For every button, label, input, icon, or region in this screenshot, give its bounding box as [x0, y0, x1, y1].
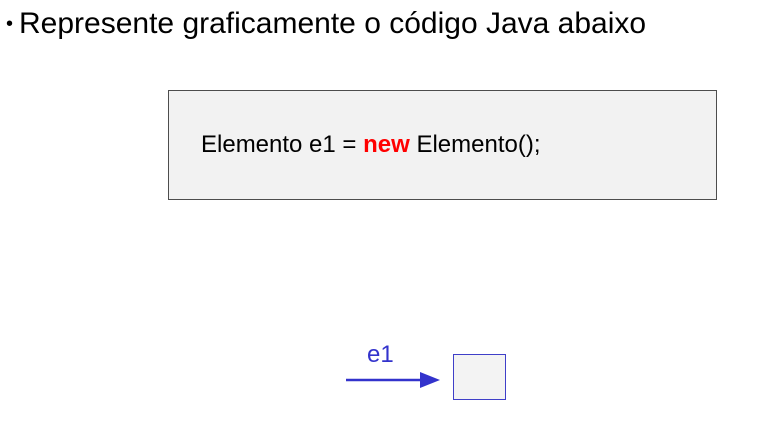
slide-heading: • Represente graficamente o código Java … [6, 4, 646, 44]
arrow-head [420, 372, 440, 388]
code-before-keyword: Elemento e1 = [201, 131, 364, 158]
reference-diagram: e1 [340, 338, 520, 408]
heading-text: Represente graficamente o código Java ab… [19, 7, 647, 40]
code-line: Elemento e1 = new Elemento(); [201, 131, 541, 159]
code-keyword-new: new [363, 131, 410, 158]
bullet-point: • [6, 13, 14, 35]
code-box: Elemento e1 = new Elemento(); [168, 90, 717, 200]
reference-arrow [346, 372, 440, 388]
variable-label: e1 [367, 341, 394, 368]
object-box [453, 354, 506, 400]
code-after-keyword: Elemento(); [409, 131, 541, 158]
